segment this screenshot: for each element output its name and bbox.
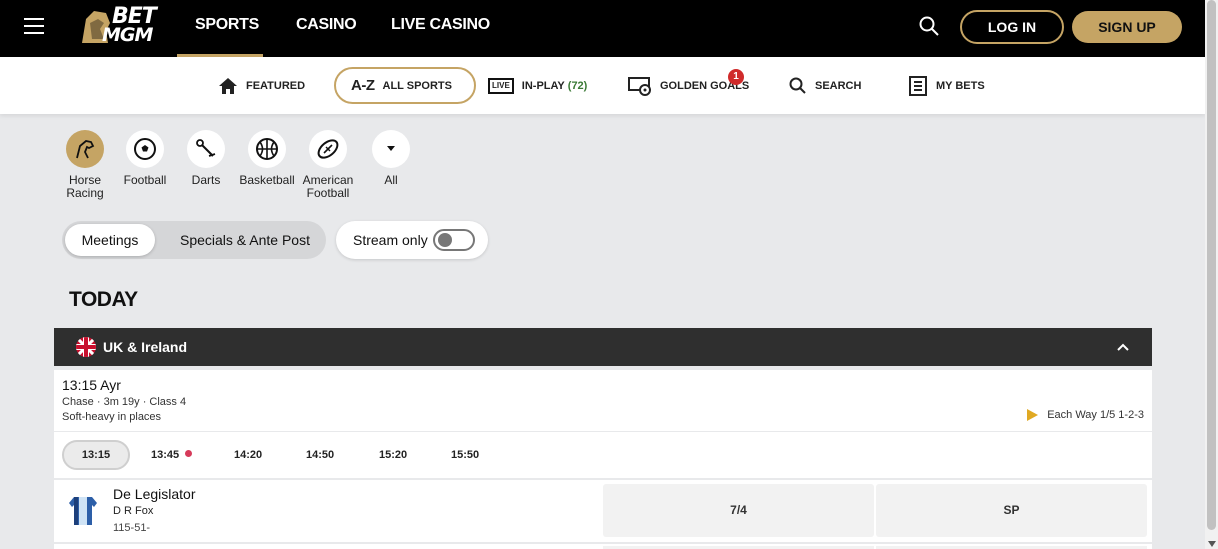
signup-button[interactable]: SIGN UP xyxy=(1072,11,1182,43)
region-name: UK & Ireland xyxy=(103,339,188,355)
subnav-search[interactable]: SEARCH xyxy=(789,57,861,114)
runner-name: De Legislator xyxy=(113,486,196,502)
each-way-label: Each Way 1/5 1-2-3 xyxy=(1047,409,1144,421)
race-details: Chase · 3m 19y · Class 4 xyxy=(62,396,187,408)
nav-casino[interactable]: CASINO xyxy=(296,16,357,34)
uk-flag-icon xyxy=(76,337,96,357)
odds-button[interactable]: 7/4 xyxy=(603,484,874,537)
specials-tab[interactable]: Specials & Ante Post xyxy=(180,224,310,256)
subnav-my-bets[interactable]: MY BETS xyxy=(908,57,985,114)
scroll-down-arrow-icon[interactable] xyxy=(1208,541,1216,547)
subnav-search-label: SEARCH xyxy=(815,79,862,92)
live-icon: LIVE xyxy=(488,77,514,94)
subnav-featured[interactable]: FEATURED xyxy=(218,57,305,114)
switch-knob xyxy=(438,233,452,247)
sp-button[interactable]: SP xyxy=(876,484,1147,537)
sport-label: Football xyxy=(123,173,167,187)
race-time-tab[interactable]: 14:20 xyxy=(234,440,262,470)
scrollbar-thumb[interactable] xyxy=(1207,0,1216,530)
sub-navigation: FEATURED A-Z ALL SPORTS LIVE IN-PLAY (72… xyxy=(0,57,1205,114)
bet-slip-icon xyxy=(909,75,927,96)
football-icon xyxy=(126,130,164,168)
sport-darts[interactable]: Darts xyxy=(171,130,241,187)
darts-icon xyxy=(187,130,225,168)
race-time-tab[interactable]: 14:50 xyxy=(306,440,334,470)
jockey-silk-icon xyxy=(69,497,97,525)
runner-form: 115-51- xyxy=(113,522,151,534)
nav-live-casino[interactable]: LIVE CASINO xyxy=(391,16,490,34)
sport-american-football[interactable]: American Football xyxy=(293,130,363,200)
runner-row: De Legislator D R Fox 115-51- 7/4 SP xyxy=(54,480,1152,542)
search-icon xyxy=(789,77,806,94)
subnav-all-sports-label: ALL SPORTS xyxy=(382,79,452,92)
race-time-tab[interactable]: 13:15 xyxy=(62,440,130,470)
home-icon xyxy=(219,77,237,94)
meetings-toggle-group: Meetings Specials & Ante Post xyxy=(62,221,326,259)
section-title: TODAY xyxy=(69,288,138,311)
race-time-tab[interactable]: 15:20 xyxy=(379,440,407,470)
chevron-up-icon[interactable] xyxy=(1116,342,1130,352)
golden-goals-badge: 1 xyxy=(728,69,744,85)
search-icon[interactable] xyxy=(919,16,939,36)
sport-label: Darts xyxy=(191,173,221,187)
race-time-tab[interactable]: 15:50 xyxy=(451,440,479,470)
top-bar: BET MGM SPORTS CASINO LIVE CASINO LOG IN… xyxy=(0,0,1205,57)
subnav-featured-label: FEATURED xyxy=(246,79,306,92)
live-indicator-icon xyxy=(185,450,193,457)
american-football-icon xyxy=(309,130,347,168)
play-icon[interactable] xyxy=(1027,409,1039,421)
subnav-golden-goals[interactable]: GOLDEN GOALS 1 xyxy=(628,57,749,114)
sport-label: All xyxy=(384,173,398,187)
race-title: 13:15 Ayr xyxy=(62,377,121,393)
stream-only-switch[interactable] xyxy=(433,229,475,251)
subnav-my-bets-label: MY BETS xyxy=(936,79,985,92)
subnav-in-play[interactable]: LIVE IN-PLAY (72) xyxy=(488,57,587,114)
runner-jockey: D R Fox xyxy=(113,505,154,517)
sport-label: Basketball xyxy=(239,173,295,187)
basketball-icon xyxy=(248,130,286,168)
region-header[interactable]: UK & Ireland xyxy=(54,328,1152,366)
race-going: Soft-heavy in places xyxy=(62,411,162,423)
stream-only-filter[interactable]: Stream only xyxy=(336,221,488,259)
each-way-terms: Each Way 1/5 1-2-3 xyxy=(1027,409,1144,421)
hamburger-menu-icon[interactable] xyxy=(24,18,44,34)
meetings-tab[interactable]: Meetings xyxy=(65,224,155,256)
in-play-count: (72) xyxy=(567,79,588,92)
horse-racing-icon xyxy=(66,130,104,168)
sport-basketball[interactable]: Basketball xyxy=(232,130,302,187)
golden-goals-icon xyxy=(628,76,651,96)
stream-only-label: Stream only xyxy=(353,232,428,248)
sport-football[interactable]: Football xyxy=(110,130,180,187)
subnav-in-play-label: IN-PLAY xyxy=(521,79,565,92)
race-info: 13:15 Ayr Chase · 3m 19y · Class 4 Soft-… xyxy=(54,370,1152,431)
login-button[interactable]: LOG IN xyxy=(960,10,1064,44)
race-time-label: 13:45 xyxy=(151,449,180,461)
az-icon: A-Z xyxy=(351,77,375,94)
sport-label: American Football xyxy=(302,173,354,200)
sport-all[interactable]: All xyxy=(356,130,426,187)
runner-row xyxy=(54,544,1152,549)
logo-text-mgm: MGM xyxy=(102,24,153,46)
nav-sports[interactable]: SPORTS xyxy=(195,16,259,34)
betmgm-logo[interactable]: BET MGM xyxy=(80,6,157,46)
scrollbar[interactable] xyxy=(1205,0,1218,549)
race-time-tab[interactable]: 13:45 xyxy=(151,440,193,470)
subnav-all-sports[interactable]: A-Z ALL SPORTS xyxy=(334,67,476,104)
race-time-tabs: 13:15 13:45 14:20 14:50 15:20 15:50 xyxy=(54,432,1152,478)
chevron-down-icon xyxy=(372,130,410,168)
